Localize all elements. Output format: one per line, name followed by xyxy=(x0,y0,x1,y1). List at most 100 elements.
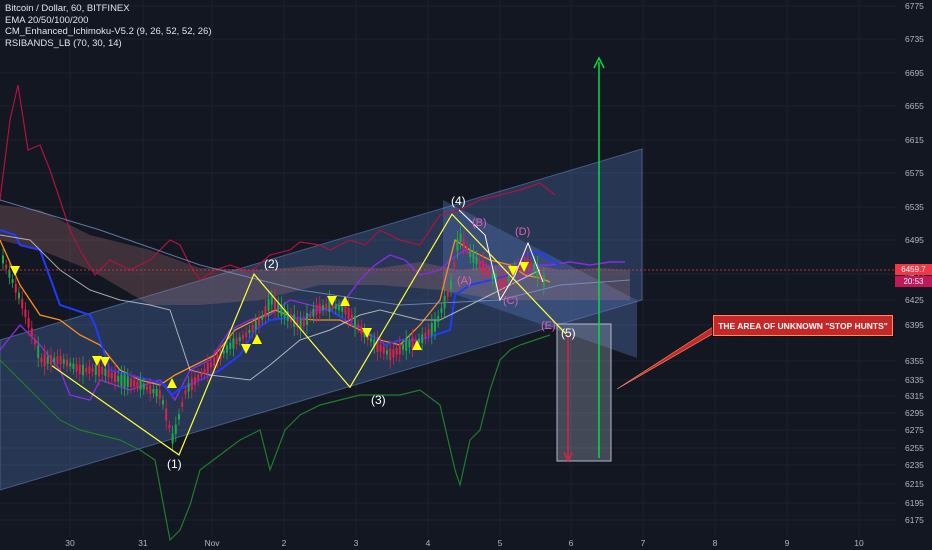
candle-body xyxy=(350,314,353,321)
candle-body xyxy=(75,363,78,372)
candle-body xyxy=(203,368,206,375)
time-tick-label: Nov xyxy=(204,538,220,548)
candle-body xyxy=(315,305,318,315)
symbol-title[interactable]: Bitcoin / Dollar, 60, BITFINEX xyxy=(5,3,211,15)
candle-body xyxy=(238,337,241,342)
candle-body xyxy=(427,329,430,336)
candle-body xyxy=(27,317,30,328)
candle-body xyxy=(174,424,177,435)
candle-body xyxy=(347,307,350,320)
candle-body xyxy=(18,292,20,299)
time-tick-label: 4 xyxy=(426,538,431,548)
wave-a-label: (A) xyxy=(457,275,472,287)
rsibands-legend[interactable]: RSIBANDS_LB (70, 30, 14) xyxy=(5,38,211,50)
candle-body xyxy=(472,252,475,263)
candle-body xyxy=(66,359,68,367)
candle-body xyxy=(85,367,88,373)
candle-body xyxy=(462,238,465,248)
candle-body xyxy=(226,345,228,353)
candle-body xyxy=(411,337,414,349)
price-tick-label: 6535 xyxy=(905,202,924,212)
candle-body xyxy=(206,362,209,374)
candle-body xyxy=(210,362,212,368)
candle-body xyxy=(133,380,136,387)
candle-body xyxy=(40,357,43,363)
candle-body xyxy=(94,365,97,375)
price-tick-label: 6235 xyxy=(905,460,924,470)
time-tick-label: 9 xyxy=(785,538,790,548)
price-tick-label: 6175 xyxy=(905,515,924,525)
candle-body xyxy=(149,385,152,395)
candle-body xyxy=(338,305,340,311)
candle-body xyxy=(152,389,155,394)
candle-body xyxy=(50,355,52,365)
candle-body xyxy=(357,324,360,329)
candle-body xyxy=(194,377,196,385)
last-price-tag: 6459.7 xyxy=(895,264,932,275)
ichimoku-legend[interactable]: CM_Enhanced_Ichimoku-V5.2 (9, 26, 52, 52… xyxy=(5,26,211,38)
candle-body xyxy=(430,323,433,336)
candle-body xyxy=(56,356,59,364)
candle-body xyxy=(325,303,328,310)
candle-body xyxy=(453,262,456,268)
candle-body xyxy=(197,374,200,381)
candle-body xyxy=(11,279,14,283)
candle-body xyxy=(306,313,308,325)
candle-body xyxy=(450,280,452,290)
candle-body xyxy=(120,374,123,386)
price-tick-label: 6495 xyxy=(905,235,924,245)
price-tick-label: 6195 xyxy=(905,498,924,508)
wave-3-label: (3) xyxy=(371,393,386,407)
candle-body xyxy=(446,290,449,297)
candle-body xyxy=(24,309,27,318)
candle-body xyxy=(62,359,65,364)
candle-body xyxy=(98,363,100,377)
candle-body xyxy=(507,275,510,282)
candle-body xyxy=(139,379,142,390)
candle-body xyxy=(482,261,484,273)
candle-body xyxy=(146,386,148,390)
candle-body xyxy=(398,343,401,355)
wave-c-label: (C) xyxy=(503,295,518,307)
candle-body xyxy=(8,270,11,278)
wave-1-label: (1) xyxy=(167,457,182,471)
candle-body xyxy=(248,329,251,334)
wave-4-label: (4) xyxy=(451,194,466,208)
candle-body xyxy=(130,378,132,387)
candle-body xyxy=(101,366,104,375)
candle-body xyxy=(53,357,56,363)
wave-b-label: (B) xyxy=(472,217,487,229)
price-tick-label: 6695 xyxy=(905,68,924,78)
candle-body xyxy=(402,344,404,350)
stop-hunt-annotation[interactable]: THE AREA OF UNKNOWN "STOP HUNTS" xyxy=(713,315,893,336)
ema-legend[interactable]: EMA 20/50/100/200 xyxy=(5,15,211,27)
candle-body xyxy=(498,278,500,288)
candle-body xyxy=(488,271,491,276)
candle-body xyxy=(14,283,17,293)
candle-body xyxy=(386,350,388,355)
candle-body xyxy=(110,372,113,379)
candle-body xyxy=(405,338,408,351)
candle-body xyxy=(72,363,75,369)
price-chart[interactable]: (1) (2) (3) (4) (5) (A) (B) (C) (D) (E) … xyxy=(0,0,932,550)
candle-body xyxy=(117,375,120,382)
candle-body xyxy=(59,355,62,365)
price-tick-label: 6295 xyxy=(905,408,924,418)
time-tick-label: 31 xyxy=(138,538,148,548)
candle-body xyxy=(187,383,190,392)
wave-e-label: (E) xyxy=(541,320,556,332)
candle-body xyxy=(200,372,203,377)
candle-body xyxy=(382,346,385,354)
candle-body xyxy=(232,338,235,349)
price-tick-label: 6215 xyxy=(905,479,924,489)
candle-body xyxy=(459,233,462,242)
countdown-tag: 20:53 xyxy=(895,276,932,287)
candle-body xyxy=(418,338,420,343)
price-tick-label: 6735 xyxy=(905,34,924,44)
price-tick-label: 6355 xyxy=(905,356,924,366)
candle-body xyxy=(229,342,232,349)
candle-body xyxy=(322,305,324,311)
candle-body xyxy=(437,316,440,323)
candle-body xyxy=(302,318,305,327)
candle-body xyxy=(104,368,107,376)
